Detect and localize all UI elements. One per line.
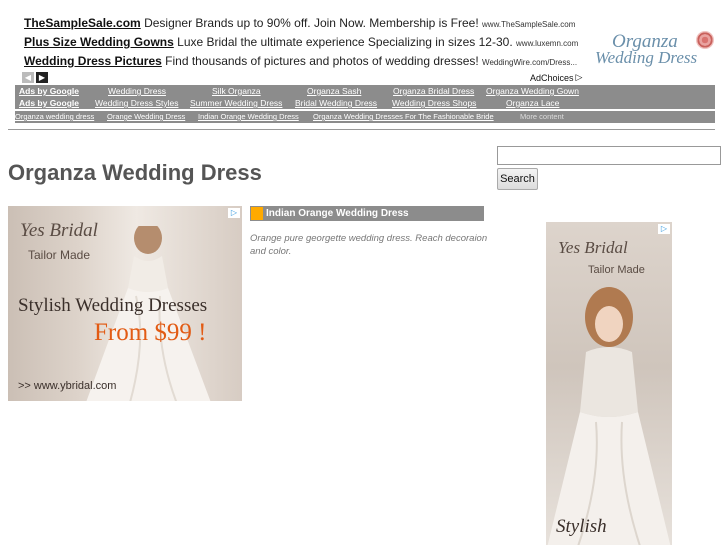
ad-link[interactable]: Organza Wedding Gown xyxy=(486,85,579,97)
more-content-label[interactable]: More content xyxy=(520,111,564,123)
next-arrow-icon[interactable]: ▶ xyxy=(36,72,48,83)
sky-headline: Stylish xyxy=(556,516,607,537)
banner-headline: Stylish Wedding Dresses xyxy=(18,295,208,316)
tag-link[interactable]: Organza wedding dress xyxy=(15,111,94,123)
ad-link[interactable]: Wedding Dress Shops xyxy=(392,97,476,109)
adchoices-link[interactable]: AdChoices ▷ xyxy=(530,72,582,83)
bullet-square-icon xyxy=(251,207,263,220)
site-logo[interactable]: Organza Wedding Dress xyxy=(592,30,717,70)
ad-title-link[interactable]: TheSampleSale.com xyxy=(24,16,141,30)
ad-link[interactable]: Silk Organza xyxy=(212,85,261,97)
search-input[interactable] xyxy=(497,146,721,165)
sky-brand: Yes Bridal xyxy=(558,238,628,257)
bride-image xyxy=(547,287,671,545)
ad-link[interactable]: Wedding Dress xyxy=(108,85,166,97)
ad-link[interactable]: Wedding Dress Styles xyxy=(95,97,178,109)
ad-title-link[interactable]: Wedding Dress Pictures xyxy=(24,54,162,68)
text-ad[interactable]: TheSampleSale.com Designer Brands up to … xyxy=(24,14,584,33)
ad-link[interactable]: Summer Wedding Dress xyxy=(190,97,282,109)
ad-link-bar: Ads by Google Wedding Dress Silk Organza… xyxy=(15,85,715,109)
divider xyxy=(8,129,715,130)
ad-title-link[interactable]: Plus Size Wedding Gowns xyxy=(24,35,174,49)
banner-ad[interactable]: Yes Bridal Tailor Made Stylish Wedding D… xyxy=(8,206,242,401)
tag-link[interactable]: Organza Wedding Dresses For The Fashiona… xyxy=(313,111,494,123)
page-title: Organza Wedding Dress xyxy=(8,160,262,185)
prev-arrow-icon[interactable]: ◀ xyxy=(22,72,34,83)
tag-link[interactable]: Orange Wedding Dress xyxy=(107,111,185,123)
ad-text: Luxe Bridal the ultimate experience Spec… xyxy=(177,35,513,49)
ad-url[interactable]: WeddingWire.com/Dress... xyxy=(482,58,577,67)
article-title-link[interactable]: Indian Orange Wedding Dress xyxy=(266,206,409,221)
text-ads: TheSampleSale.com Designer Brands up to … xyxy=(24,14,584,71)
banner-brand: Yes Bridal xyxy=(20,220,98,241)
article-text: Orange pure georgette wedding dress. Rea… xyxy=(250,233,488,257)
ad-text: Designer Brands up to 90% off. Join Now.… xyxy=(144,16,479,30)
banner-tagline: Tailor Made xyxy=(28,248,91,262)
banner-price: From $99 ! xyxy=(94,319,207,346)
tag-links: Organza wedding dress Orange Wedding Dre… xyxy=(15,111,715,123)
text-ad[interactable]: Plus Size Wedding Gowns Luxe Bridal the … xyxy=(24,33,584,52)
search-button[interactable]: Search xyxy=(497,168,538,190)
ad-nav: ◀ ▶ xyxy=(22,72,48,83)
ad-link[interactable]: Organza Lace xyxy=(506,97,559,109)
ad-link[interactable]: Bridal Wedding Dress xyxy=(295,97,377,109)
adchoices-icon[interactable]: ▷ xyxy=(228,208,240,218)
ads-by-google-link[interactable]: Ads by Google xyxy=(19,97,79,109)
adchoices-icon[interactable]: ▷ xyxy=(658,224,670,234)
article-header: Indian Orange Wedding Dress xyxy=(250,206,484,221)
text-ad[interactable]: Wedding Dress Pictures Find thousands of… xyxy=(24,52,584,71)
banner-url: >> www.ybridal.com xyxy=(18,380,117,392)
ad-url[interactable]: www.TheSampleSale.com xyxy=(482,20,575,29)
logo-line-2: Wedding Dress xyxy=(595,48,698,67)
skyscraper-ad[interactable]: Yes Bridal Tailor Made Stylish ▷ xyxy=(546,222,672,545)
tag-link[interactable]: Indian Orange Wedding Dress xyxy=(198,111,299,123)
rose-icon xyxy=(696,31,714,49)
ad-url[interactable]: www.luxemn.com xyxy=(516,39,578,48)
ad-link[interactable]: Organza Sash xyxy=(307,85,361,97)
sky-tagline: Tailor Made xyxy=(588,264,645,276)
ads-by-google-link[interactable]: Ads by Google xyxy=(19,85,79,97)
ad-text: Find thousands of pictures and photos of… xyxy=(165,54,479,68)
adchoices-label: AdChoices xyxy=(530,72,574,83)
adchoices-icon: ▷ xyxy=(575,72,583,82)
ad-link[interactable]: Organza Bridal Dress xyxy=(393,85,474,97)
